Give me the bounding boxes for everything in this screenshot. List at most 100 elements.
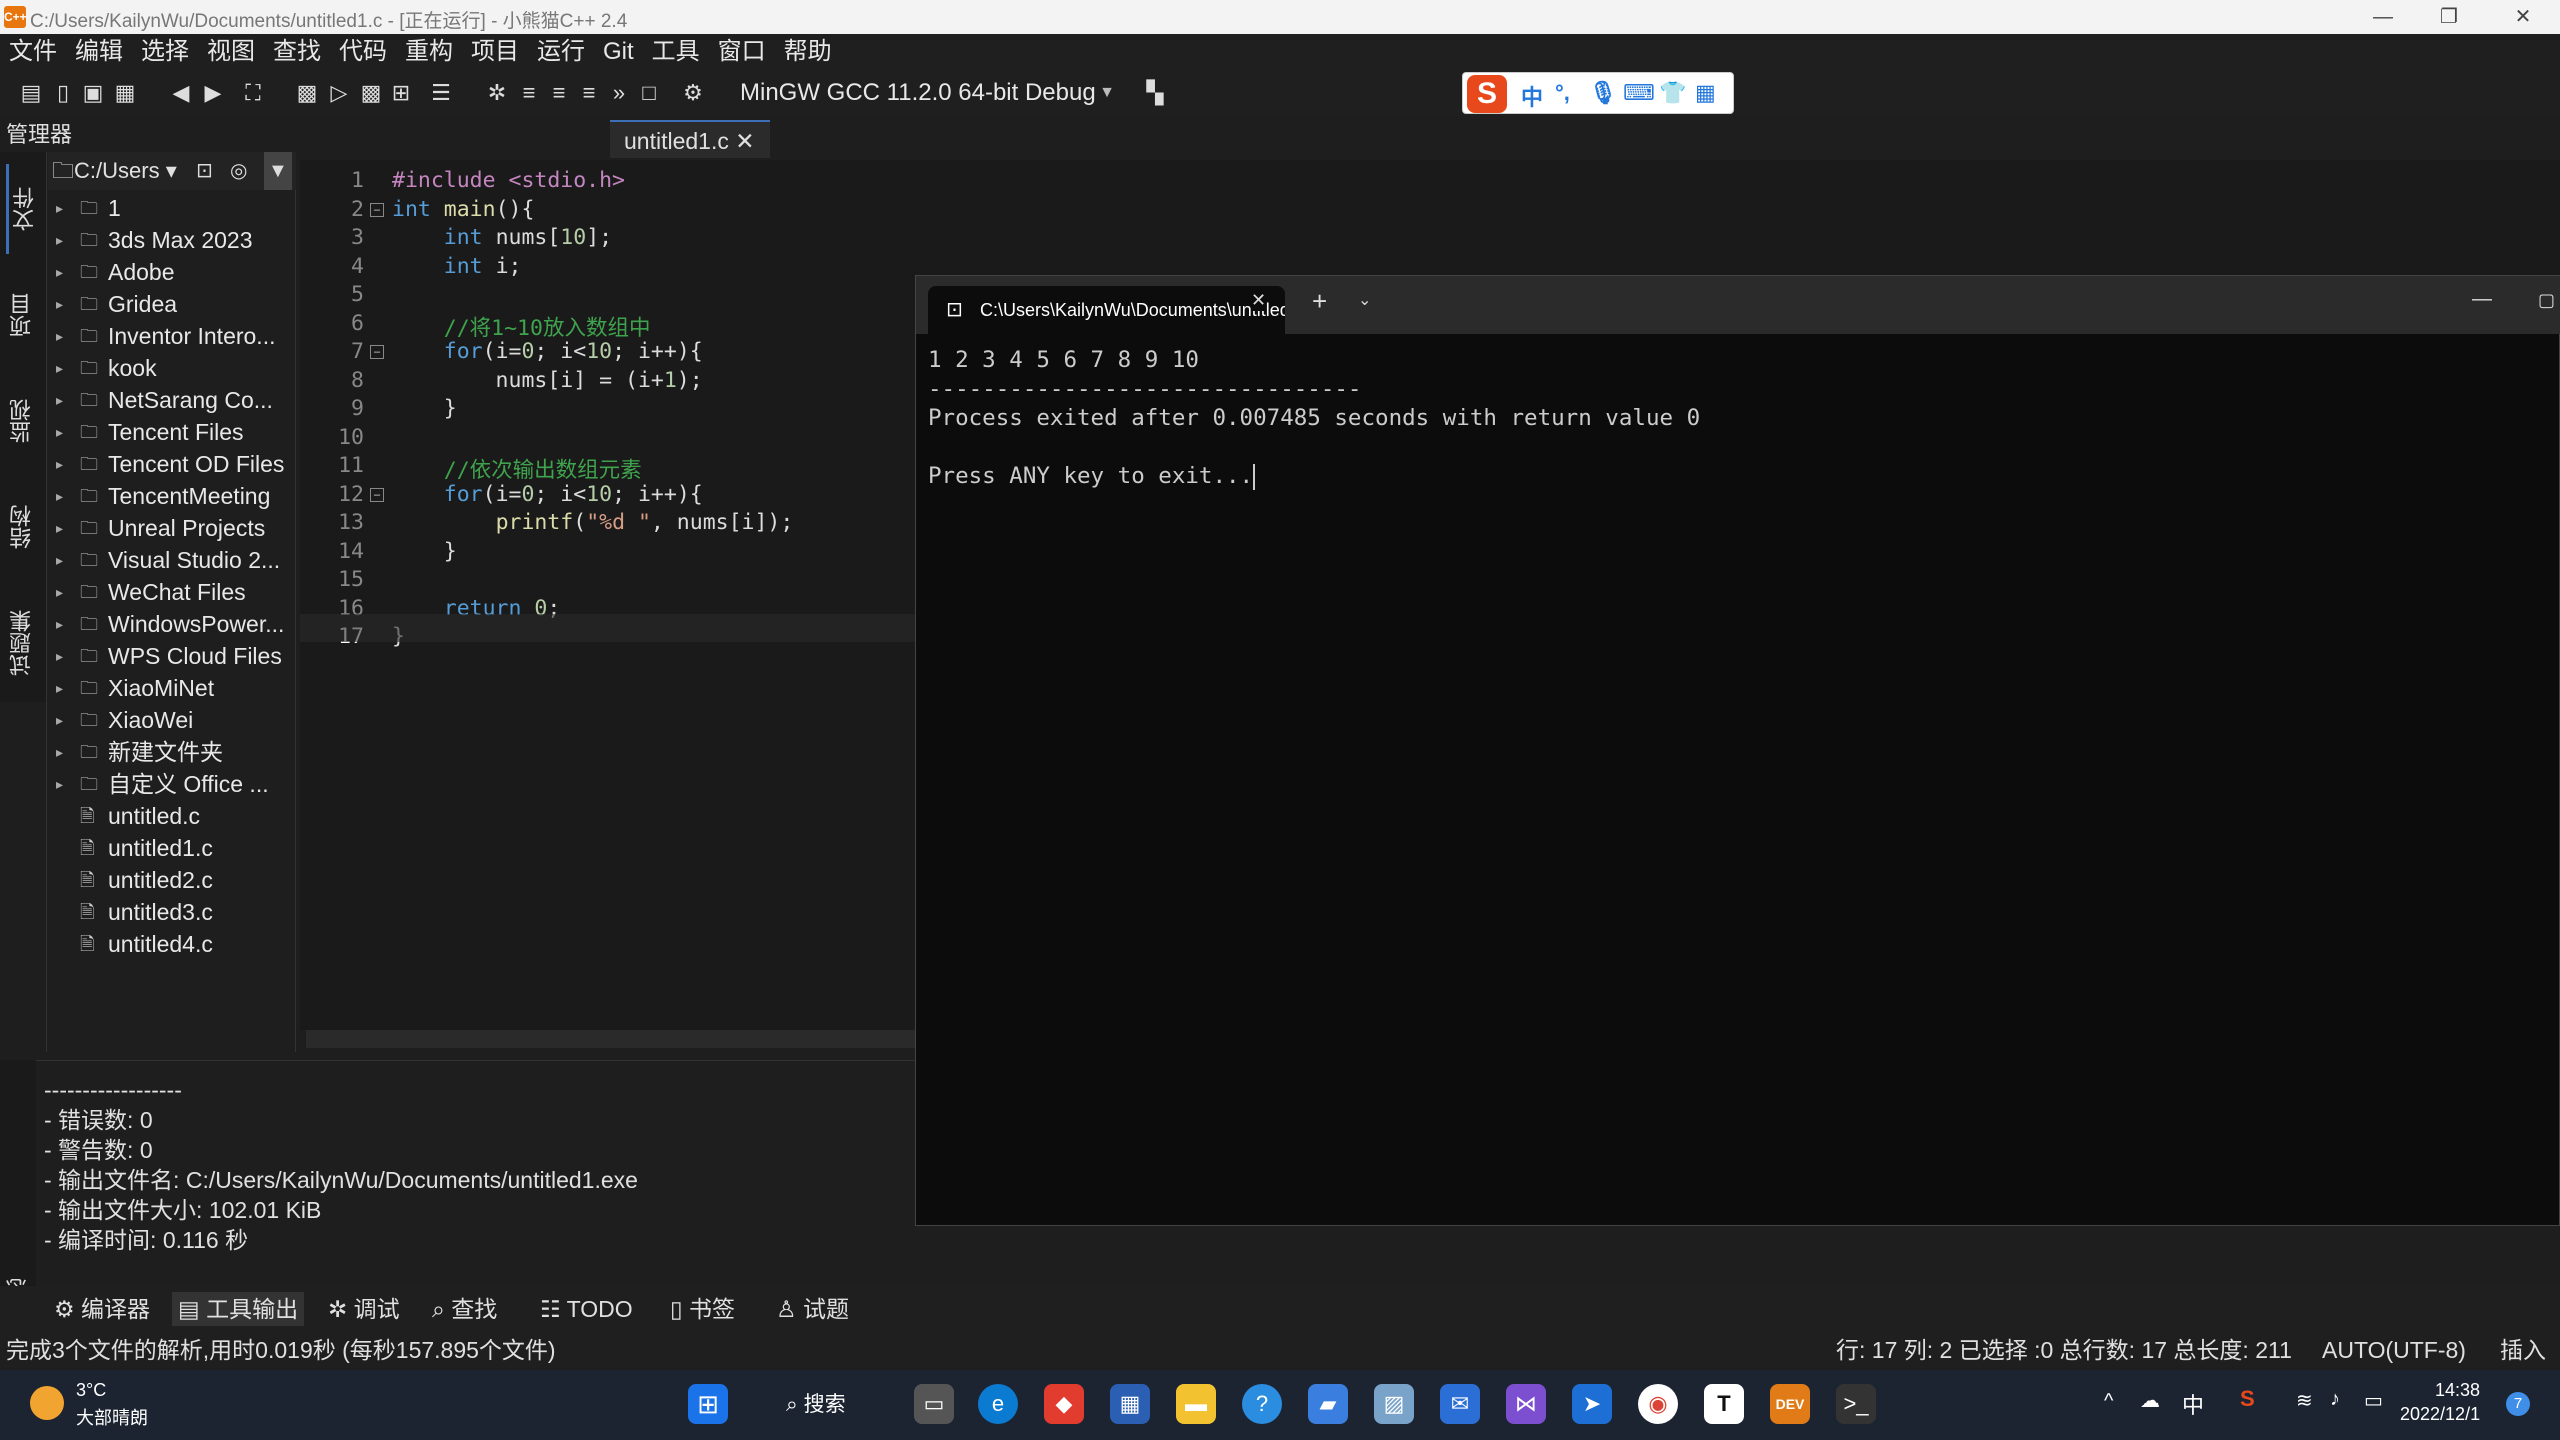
compiler-options-icon[interactable]: ▚ (1142, 80, 1168, 106)
tree-folder[interactable]: ▸ 🗀 XiaoMiNet (52, 672, 296, 704)
store-icon[interactable]: ▦ (1110, 1384, 1150, 1424)
new-tab-icon[interactable]: + (1312, 286, 1327, 317)
tree-folder[interactable]: ▸ 🗀 3ds Max 2023 (52, 224, 296, 256)
forward-icon[interactable]: ▶ (200, 80, 226, 106)
tab-bookmarks[interactable]: ▯ 书签 (664, 1292, 741, 1326)
start-icon[interactable]: ⊞ (688, 1384, 728, 1424)
menu-help[interactable]: 帮助 (775, 34, 841, 70)
menu-code[interactable]: 代码 (330, 34, 396, 70)
path-select[interactable]: 🗀C:/Users ▾ (52, 152, 177, 190)
feishu-icon[interactable]: ➤ (1572, 1384, 1612, 1424)
rebuild-icon[interactable]: ⊞ (388, 80, 414, 106)
chevron-right-icon[interactable]: ▸ (56, 416, 63, 448)
tree-folder[interactable]: ▸ 🗀 新建文件夹 (52, 736, 296, 768)
back-icon[interactable]: ◀ (168, 80, 194, 106)
sogou-tray-icon[interactable]: S (2240, 1386, 2255, 1412)
code-line[interactable]: int main(){ (392, 197, 534, 222)
tab-compiler[interactable]: ⚙ 编译器 (48, 1292, 156, 1326)
step-into-icon[interactable]: ≡ (546, 80, 572, 106)
fold-icon[interactable]: − (370, 345, 384, 359)
toolbox-icon[interactable]: ▦ (1695, 80, 1716, 106)
compile-icon[interactable]: ▩ (294, 80, 320, 106)
tree-folder[interactable]: ▸ 🗀 WPS Cloud Files (52, 640, 296, 672)
help-icon[interactable]: ? (1242, 1384, 1282, 1424)
chevron-right-icon[interactable]: ▸ (56, 608, 63, 640)
menu-git[interactable]: Git (594, 34, 643, 70)
tree-folder[interactable]: ▸ 🗀 Gridea (52, 288, 296, 320)
code-line[interactable]: //依次输出数组元素 (392, 453, 642, 484)
menu-file[interactable]: 文件 (0, 34, 66, 70)
tree-folder[interactable]: ▸ 🗀 NetSarang Co... (52, 384, 296, 416)
step-out-icon[interactable]: ≡ (576, 80, 602, 106)
tab-tool-output[interactable]: ▤ 工具输出 (172, 1292, 305, 1326)
photos-icon[interactable]: ▨ (1374, 1384, 1414, 1424)
mail-icon[interactable]: ✉ (1440, 1384, 1480, 1424)
chevron-right-icon[interactable]: ▸ (56, 224, 63, 256)
redpanda-dev-icon[interactable]: DEV (1770, 1384, 1810, 1424)
code-line[interactable]: printf("%d ", nums[i]); (392, 510, 794, 535)
edge-icon[interactable]: e (978, 1384, 1018, 1424)
stop-icon[interactable]: □ (636, 80, 662, 106)
menu-refactor[interactable]: 重构 (396, 34, 462, 70)
ime-mode[interactable]: 中 (1521, 80, 1543, 112)
minimize-button[interactable]: — (2350, 0, 2416, 34)
code-line[interactable]: //将1~10放入数组中 (392, 311, 651, 342)
code-line[interactable]: int i; (392, 254, 522, 279)
tree-folder[interactable]: ▸ 🗀 Inventor Intero... (52, 320, 296, 352)
tab-files[interactable]: 文件 (6, 164, 42, 254)
run-icon[interactable]: ▷ (326, 80, 352, 106)
tree-folder[interactable]: ▸ 🗀 TencentMeeting (52, 480, 296, 512)
tab-find[interactable]: ⌕ 查找 (426, 1292, 503, 1326)
skin-icon[interactable]: 👕 (1659, 80, 1686, 106)
fold-icon[interactable]: − (370, 487, 384, 502)
tree-folder[interactable]: ▸ 🗀 XiaoWei (52, 704, 296, 736)
fullscreen-icon[interactable]: ⛶ (240, 80, 266, 106)
tree-folder[interactable]: ▸ 🗀 kook (52, 352, 296, 384)
chevron-right-icon[interactable]: ▸ (56, 448, 63, 480)
chevron-right-icon[interactable]: ▸ (56, 384, 63, 416)
chevron-right-icon[interactable]: ▸ (56, 768, 63, 800)
new-project-icon[interactable]: ▤ (18, 80, 44, 106)
tree-folder[interactable]: ▸ 🗀 Unreal Projects (52, 512, 296, 544)
tray-chevron-up-icon[interactable]: ^ (2104, 1390, 2113, 1413)
search-button[interactable]: ⌕ 搜索 (786, 1388, 846, 1418)
keyboard-icon[interactable]: ⌨ (1623, 80, 1655, 106)
tree-folder[interactable]: ▸ 🗀 自定义 Office ... (52, 768, 296, 800)
tab-problem-set[interactable]: 试题集 (6, 588, 42, 698)
chevron-right-icon[interactable]: ▸ (56, 640, 63, 672)
chevron-right-icon[interactable]: ▸ (56, 256, 63, 288)
code-line[interactable]: int nums[10]; (392, 225, 612, 250)
volume-icon[interactable]: ♪ (2330, 1388, 2340, 1411)
tab-untitled1[interactable]: untitled1.c ✕ (610, 120, 770, 158)
task-view-icon[interactable]: ▭ (914, 1384, 954, 1424)
chevron-right-icon[interactable]: ▸ (56, 736, 63, 768)
tab-structure[interactable]: 结构 (6, 482, 42, 572)
onedrive-icon[interactable]: ☁ (2140, 1388, 2160, 1413)
encoding[interactable]: AUTO(UTF-8) (2322, 1332, 2466, 1368)
tab-debug[interactable]: ✲ 调试 (322, 1292, 406, 1326)
compile-run-icon[interactable]: ▩ (358, 80, 384, 106)
chevron-right-icon[interactable]: ▸ (56, 320, 63, 352)
menu-window[interactable]: 窗口 (709, 34, 775, 70)
fold-icon[interactable]: − (370, 202, 384, 217)
code-line[interactable]: #include <stdio.h> (392, 168, 625, 193)
explorer-icon[interactable]: ▬ (1176, 1384, 1216, 1424)
chevron-right-icon[interactable]: ▸ (56, 512, 63, 544)
profile-icon[interactable]: ⚙ (680, 80, 706, 106)
save-icon[interactable]: ▣ (80, 80, 106, 106)
filter-icon[interactable]: ▼ (264, 152, 292, 190)
punct-icon[interactable]: °, (1555, 80, 1570, 106)
menu-run[interactable]: 运行 (528, 34, 594, 70)
chevron-right-icon[interactable]: ▸ (56, 704, 63, 736)
chrome-icon[interactable]: ◉ (1638, 1384, 1678, 1424)
options-icon[interactable]: ☰ (428, 80, 454, 106)
chevron-right-icon[interactable]: ▸ (56, 480, 63, 512)
chevron-right-icon[interactable]: ▸ (56, 576, 63, 608)
code-line[interactable]: nums[i] = (i+1); (392, 368, 703, 393)
notification-badge[interactable]: 7 (2506, 1392, 2530, 1416)
save-all-icon[interactable]: ▦ (112, 80, 138, 106)
chevron-right-icon[interactable]: ▸ (56, 192, 63, 224)
tree-file[interactable]: 🗎 untitled4.c (52, 928, 296, 960)
tab-watch[interactable]: 监视 (6, 376, 42, 466)
continue-icon[interactable]: » (606, 80, 632, 106)
